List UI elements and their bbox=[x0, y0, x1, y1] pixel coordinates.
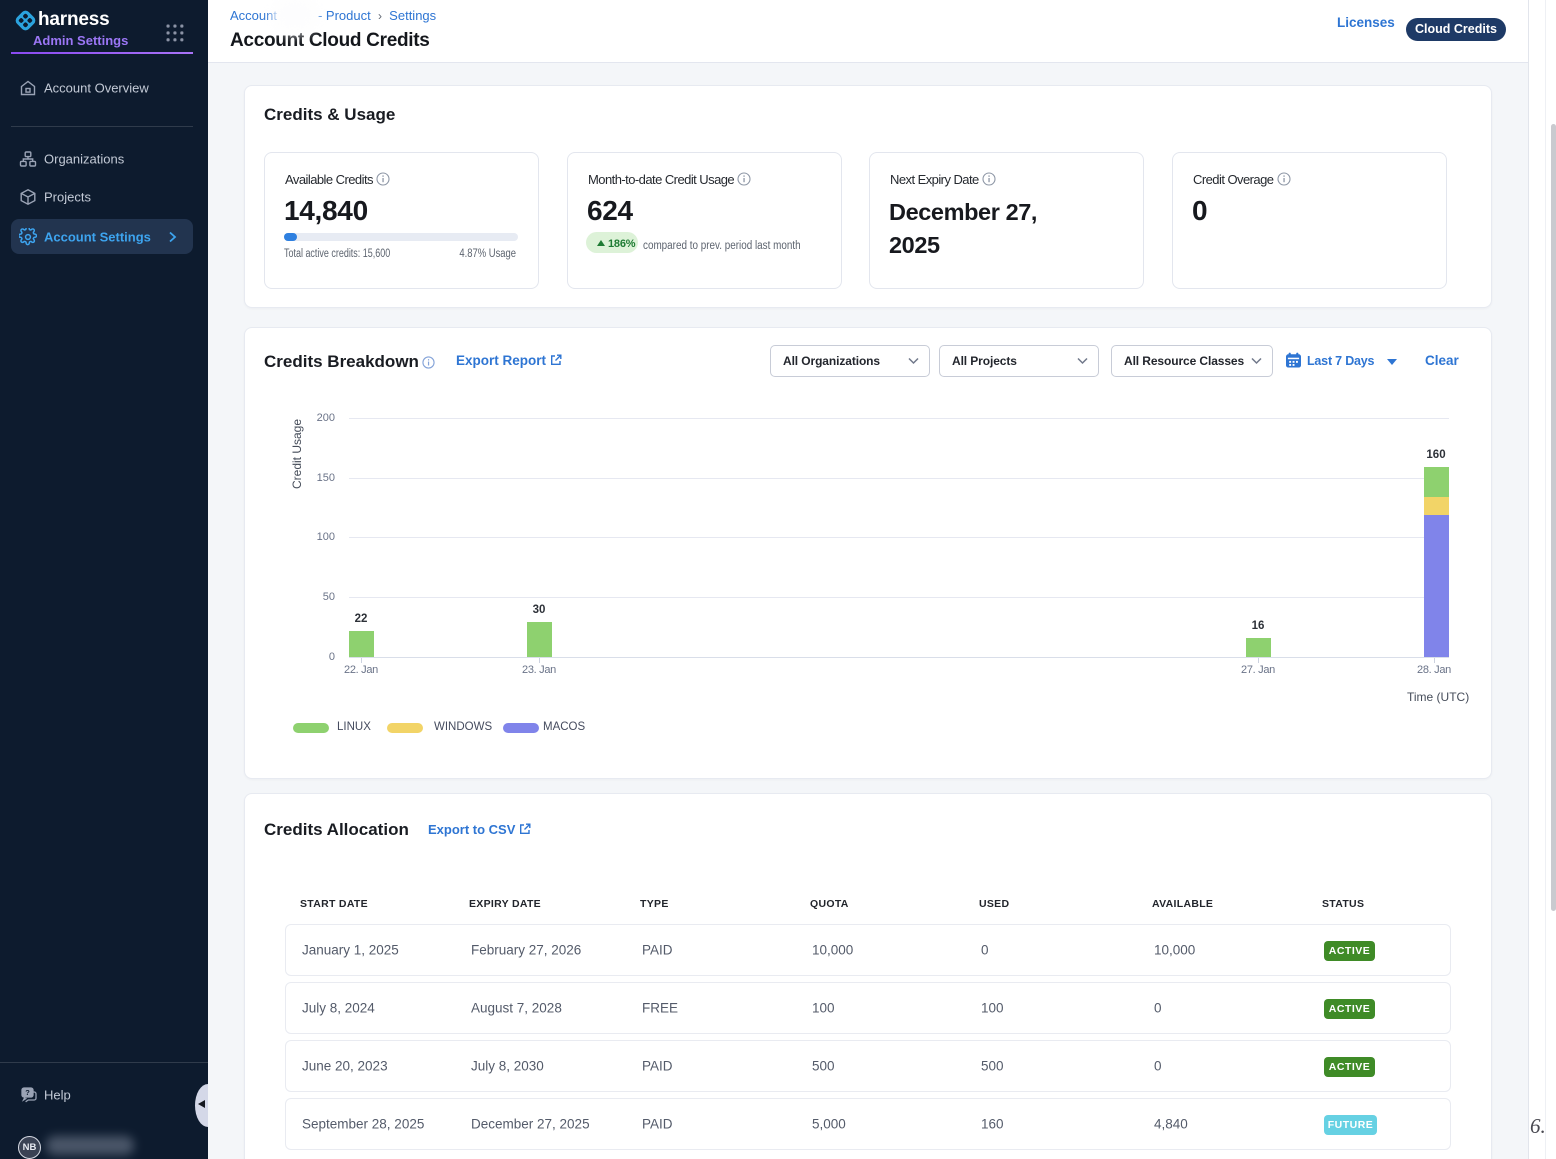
svg-text:?: ? bbox=[25, 1088, 30, 1097]
